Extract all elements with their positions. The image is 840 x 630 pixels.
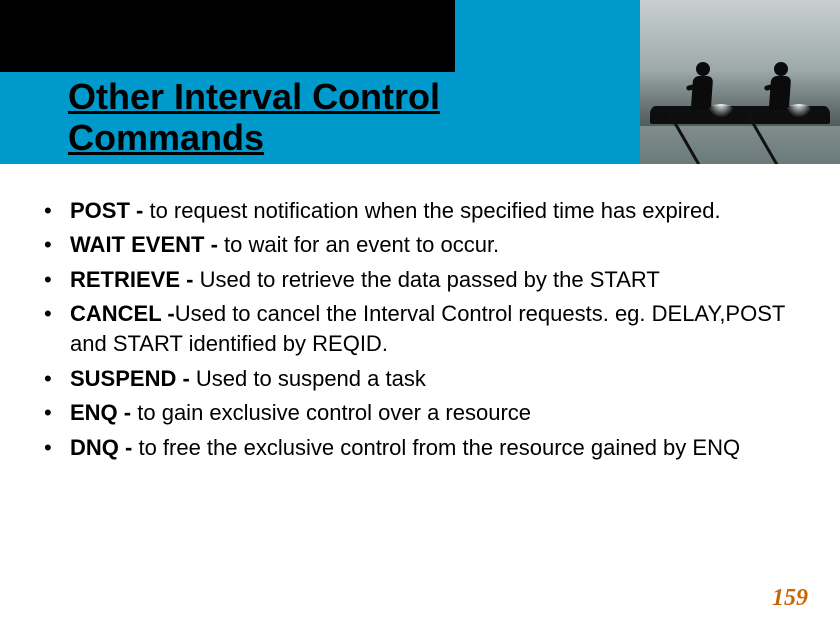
command-desc: Used to cancel the Interval Control requ… bbox=[70, 301, 785, 356]
separator: - bbox=[118, 400, 138, 425]
separator: - bbox=[130, 198, 150, 223]
rower-1 bbox=[680, 50, 724, 110]
separator: - bbox=[119, 435, 139, 460]
slide: Other Interval Control Commands POST - t… bbox=[0, 0, 840, 630]
command-name: RETRIEVE bbox=[70, 267, 180, 292]
command-name: WAIT EVENT bbox=[70, 232, 204, 257]
separator: - bbox=[176, 366, 196, 391]
command-list: POST - to request notification when the … bbox=[36, 196, 806, 463]
list-item: RETRIEVE - Used to retrieve the data pas… bbox=[36, 265, 806, 295]
command-desc: Used to suspend a task bbox=[196, 366, 426, 391]
command-desc: to request notification when the specifi… bbox=[149, 198, 720, 223]
rower-2 bbox=[758, 50, 802, 110]
list-item: CANCEL -Used to cancel the Interval Cont… bbox=[36, 299, 806, 360]
content-area: POST - to request notification when the … bbox=[36, 196, 806, 467]
list-item: WAIT EVENT - to wait for an event to occ… bbox=[36, 230, 806, 260]
slide-title: Other Interval Control Commands bbox=[68, 76, 588, 159]
separator: - bbox=[180, 267, 200, 292]
list-item: DNQ - to free the exclusive control from… bbox=[36, 433, 806, 463]
separator: - bbox=[161, 301, 174, 326]
list-item: ENQ - to gain exclusive control over a r… bbox=[36, 398, 806, 428]
list-item: SUSPEND - Used to suspend a task bbox=[36, 364, 806, 394]
command-name: ENQ bbox=[70, 400, 118, 425]
command-desc: to gain exclusive control over a resourc… bbox=[137, 400, 531, 425]
command-name: CANCEL bbox=[70, 301, 161, 326]
command-name: SUSPEND bbox=[70, 366, 176, 391]
separator: - bbox=[204, 232, 224, 257]
command-desc: to free the exclusive control from the r… bbox=[138, 435, 740, 460]
command-name: POST bbox=[70, 198, 130, 223]
header-image bbox=[640, 0, 840, 164]
page-number: 159 bbox=[772, 585, 808, 612]
command-name: DNQ bbox=[70, 435, 119, 460]
list-item: POST - to request notification when the … bbox=[36, 196, 806, 226]
header-black-box bbox=[0, 0, 455, 72]
command-desc: Used to retrieve the data passed by the … bbox=[200, 267, 660, 292]
command-desc: to wait for an event to occur. bbox=[224, 232, 499, 257]
